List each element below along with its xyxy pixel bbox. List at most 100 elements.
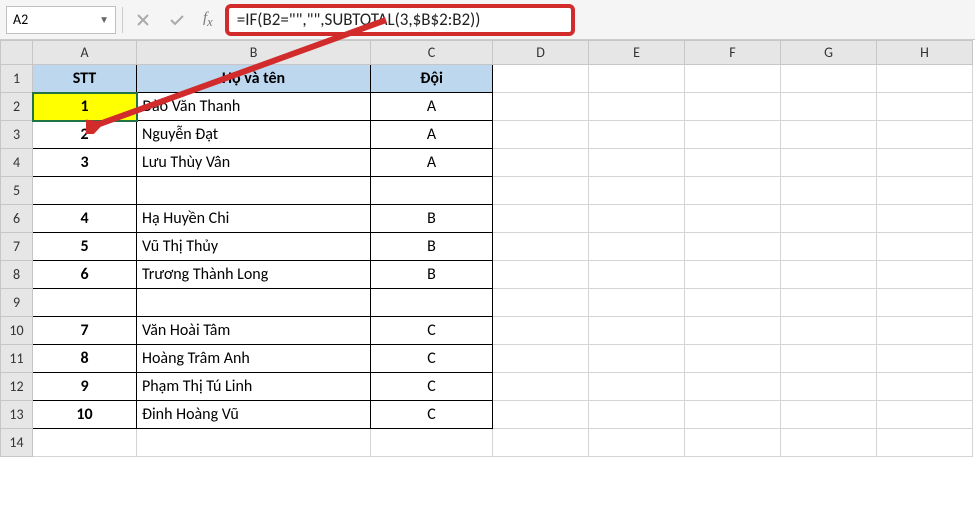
empty-cell[interactable]	[685, 345, 781, 373]
cell-team[interactable]: C	[371, 401, 493, 429]
col-header-B[interactable]: B	[137, 41, 371, 65]
col-header-A[interactable]: A	[33, 41, 137, 65]
empty-cell[interactable]	[33, 429, 137, 457]
empty-cell[interactable]	[877, 121, 973, 149]
empty-cell[interactable]	[589, 401, 685, 429]
cell-name[interactable]: Đinh Hoàng Vũ	[137, 401, 371, 429]
empty-cell[interactable]	[685, 177, 781, 205]
empty-cell[interactable]	[781, 345, 877, 373]
col-header-E[interactable]: E	[589, 41, 685, 65]
row-header[interactable]: 6	[1, 205, 33, 233]
row-header[interactable]: 10	[1, 317, 33, 345]
empty-cell[interactable]	[589, 429, 685, 457]
row-header[interactable]: 11	[1, 345, 33, 373]
empty-cell[interactable]	[371, 429, 493, 457]
empty-cell[interactable]	[685, 261, 781, 289]
empty-cell[interactable]	[685, 205, 781, 233]
cell-team[interactable]: B	[371, 233, 493, 261]
cell-stt[interactable]	[33, 289, 137, 317]
cell-team[interactable]: A	[371, 93, 493, 121]
empty-cell[interactable]	[493, 65, 589, 93]
empty-cell[interactable]	[781, 261, 877, 289]
cell-name[interactable]	[137, 177, 371, 205]
empty-cell[interactable]	[877, 429, 973, 457]
empty-cell[interactable]	[877, 345, 973, 373]
empty-cell[interactable]	[877, 65, 973, 93]
empty-cell[interactable]	[781, 429, 877, 457]
cell-stt[interactable]: 2	[33, 121, 137, 149]
row-header[interactable]: 14	[1, 429, 33, 457]
cell-name[interactable]: Đào Văn Thanh	[137, 93, 371, 121]
col-header-C[interactable]: C	[371, 41, 493, 65]
empty-cell[interactable]	[589, 93, 685, 121]
empty-cell[interactable]	[781, 401, 877, 429]
empty-cell[interactable]	[877, 261, 973, 289]
empty-cell[interactable]	[493, 373, 589, 401]
cancel-formula-button[interactable]	[129, 7, 157, 33]
cell-name[interactable]: Lưu Thùy Vân	[137, 149, 371, 177]
empty-cell[interactable]	[781, 289, 877, 317]
cell-stt[interactable]	[33, 177, 137, 205]
row-header[interactable]: 9	[1, 289, 33, 317]
cell-team[interactable]	[371, 177, 493, 205]
row-header[interactable]: 5	[1, 177, 33, 205]
empty-cell[interactable]	[781, 65, 877, 93]
cell-name[interactable]	[137, 289, 371, 317]
empty-cell[interactable]	[685, 233, 781, 261]
row-header[interactable]: 13	[1, 401, 33, 429]
cell-stt[interactable]: 7	[33, 317, 137, 345]
cell-team[interactable]: A	[371, 121, 493, 149]
table-header-A[interactable]: STT	[33, 65, 137, 93]
empty-cell[interactable]	[589, 373, 685, 401]
cell-team[interactable]: A	[371, 149, 493, 177]
cell-stt[interactable]: 10	[33, 401, 137, 429]
cell-team[interactable]: C	[371, 373, 493, 401]
empty-cell[interactable]	[685, 121, 781, 149]
empty-cell[interactable]	[493, 261, 589, 289]
select-all-corner[interactable]	[1, 41, 33, 65]
empty-cell[interactable]	[589, 233, 685, 261]
row-header[interactable]: 2	[1, 93, 33, 121]
cell-name[interactable]: Nguyễn Đạt	[137, 121, 371, 149]
empty-cell[interactable]	[877, 205, 973, 233]
cell-team[interactable]: C	[371, 317, 493, 345]
cell-stt[interactable]: 8	[33, 345, 137, 373]
cell-team[interactable]: C	[371, 345, 493, 373]
col-header-H[interactable]: H	[877, 41, 973, 65]
empty-cell[interactable]	[781, 233, 877, 261]
empty-cell[interactable]	[493, 93, 589, 121]
cell-name[interactable]: Hoàng Trâm Anh	[137, 345, 371, 373]
empty-cell[interactable]	[493, 317, 589, 345]
empty-cell[interactable]	[493, 205, 589, 233]
empty-cell[interactable]	[781, 149, 877, 177]
empty-cell[interactable]	[589, 261, 685, 289]
accept-formula-button[interactable]	[163, 7, 191, 33]
empty-cell[interactable]	[493, 289, 589, 317]
empty-cell[interactable]	[493, 177, 589, 205]
name-box[interactable]: A2 ▼	[6, 6, 116, 34]
row-header[interactable]: 3	[1, 121, 33, 149]
empty-cell[interactable]	[685, 401, 781, 429]
table-header-B[interactable]: Họ và tên	[137, 65, 371, 93]
row-header[interactable]: 1	[1, 65, 33, 93]
cell-name[interactable]: Hạ Huyền Chi	[137, 205, 371, 233]
empty-cell[interactable]	[589, 121, 685, 149]
empty-cell[interactable]	[685, 93, 781, 121]
empty-cell[interactable]	[589, 65, 685, 93]
empty-cell[interactable]	[877, 401, 973, 429]
empty-cell[interactable]	[877, 373, 973, 401]
empty-cell[interactable]	[877, 317, 973, 345]
empty-cell[interactable]	[685, 149, 781, 177]
empty-cell[interactable]	[685, 317, 781, 345]
cell-team[interactable]: B	[371, 205, 493, 233]
fx-icon[interactable]: fx	[197, 10, 219, 30]
empty-cell[interactable]	[877, 177, 973, 205]
empty-cell[interactable]	[589, 205, 685, 233]
col-header-G[interactable]: G	[781, 41, 877, 65]
cell-name[interactable]: Văn Hoài Tâm	[137, 317, 371, 345]
empty-cell[interactable]	[137, 429, 371, 457]
empty-cell[interactable]	[781, 177, 877, 205]
empty-cell[interactable]	[685, 373, 781, 401]
empty-cell[interactable]	[493, 429, 589, 457]
row-header[interactable]: 7	[1, 233, 33, 261]
